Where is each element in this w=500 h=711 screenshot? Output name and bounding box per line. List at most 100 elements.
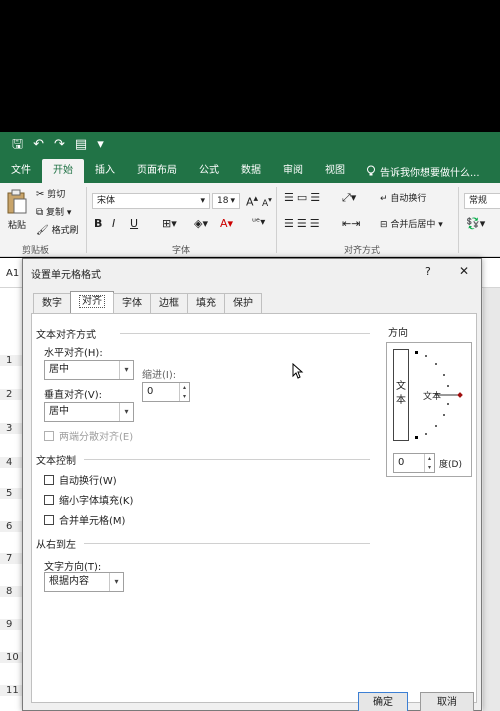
wrap-text-icon: ↵ [380,194,388,204]
row-header[interactable]: 10 [0,652,22,663]
row-header[interactable]: 7 [0,553,22,564]
brush-icon: 🖌 [36,225,49,236]
paste-label: 粘贴 [7,221,26,231]
row-header[interactable]: 5 [0,488,22,499]
ok-button[interactable]: 确定 [358,692,408,711]
bold-button[interactable]: B [94,217,102,230]
number-format-select[interactable]: 常规 [464,193,500,209]
distributed-label: 两端分散对齐(E) [59,432,134,443]
tab-home[interactable]: 开始 [42,159,84,183]
indent-icons[interactable]: ⇤⇥ [342,217,360,230]
tab-review[interactable]: 审阅 [272,159,314,183]
tab-font[interactable]: 字体 [113,293,151,313]
row-header[interactable]: 2 [0,389,22,400]
chevron-down-icon: ▾ [119,403,133,421]
horizontal-align-icons[interactable]: ☰☰☰ [284,217,323,230]
tab-file[interactable]: 文件 [0,159,42,183]
font-group-label: 字体 [172,246,191,256]
font-color-icon[interactable]: A▾ [220,217,233,230]
name-box[interactable]: A1 [6,268,19,279]
row-header[interactable]: 8 [0,586,22,597]
merge-cells-checkbox[interactable]: 合并单元格(M) [44,512,125,527]
row-header[interactable]: 9 [0,619,22,630]
spinner-arrows-icon[interactable]: ▴ ▾ [424,454,434,472]
tab-view[interactable]: 视图 [314,159,356,183]
close-icon[interactable]: ✕ [459,264,469,278]
grow-font-icon: A [246,195,254,209]
wrap-text-button[interactable]: ↵ 自动换行 [380,191,426,204]
tab-insert[interactable]: 插入 [84,159,126,183]
group-divider [276,187,277,253]
chevron-down-icon: ▾ [109,573,123,591]
fill-color-icon[interactable]: ◈▾ [194,217,208,230]
currency-icon[interactable]: 💱▾ [466,217,485,230]
row-header[interactable]: 1 [0,355,22,366]
row-header[interactable]: 4 [0,457,22,468]
font-name-select[interactable]: 宋体 ▾ [92,193,210,209]
tab-border[interactable]: 边框 [150,293,188,313]
row-header[interactable]: 11 [0,685,22,696]
ribbon-home: 粘贴 ✂ 剪切 ⧉ 复制 ▾ 🖌 格式刷 剪贴板 宋体 ▾ 18 ▾ A▴ A▾ B… [0,183,500,257]
tab-protection[interactable]: 保护 [224,293,262,313]
row-header[interactable]: 6 [0,521,22,532]
indent-spinner[interactable]: 0 ▴ ▾ [142,382,190,402]
format-cells-dialog: 设置单元格格式 ? ✕ 数字 对齐 字体 边框 填充 保护 文本对齐方式 水平对… [22,258,482,711]
row-header[interactable]: 3 [0,423,22,434]
tab-fill[interactable]: 填充 [187,293,225,313]
checkbox-box [44,474,54,485]
form-icon[interactable]: ▤ [75,137,87,153]
shrink-to-fit-checkbox[interactable]: 缩小字体填充(K) [44,492,133,507]
customize-qat-icon[interactable]: ▾ [97,137,104,153]
undo-icon[interactable]: ↶ [33,137,44,153]
format-painter-label: 格式刷 [51,226,79,236]
save-icon[interactable]: 🖫 [12,137,23,153]
cut-button[interactable]: ✂ 剪切 [36,187,65,202]
merge-center-button[interactable]: ⊟ 合并后居中 ▾ [380,217,443,230]
font-size-select[interactable]: 18 ▾ [212,193,240,209]
tell-me-box[interactable]: 告诉我你想要做什么... [356,164,480,179]
vertical-text: 文 本 [396,381,406,406]
vertical-label: 垂直对齐(V): [44,390,103,401]
shrink-font-button[interactable]: A▾ [262,195,272,209]
copy-button[interactable]: ⧉ 复制 ▾ [36,205,71,220]
vertical-align-icons[interactable]: ☰▭☰ [284,191,323,204]
tab-number[interactable]: 数字 [33,293,71,313]
paste-button[interactable]: 粘贴 [6,189,28,231]
degree-spinner[interactable]: 0 ▴ ▾ [393,453,435,473]
underline-button[interactable]: U [130,217,138,230]
cut-label: 剪切 [47,190,66,200]
tell-me-text: 告诉我你想要做什么... [380,167,480,179]
dialog-title: 设置单元格格式 [31,270,101,281]
vertical-text-button[interactable]: 文 本 [393,349,409,441]
section-divider [84,543,370,544]
tab-data[interactable]: 数据 [230,159,272,183]
horizontal-select[interactable]: 居中 ▾ [44,360,134,380]
tab-alignment[interactable]: 对齐 [70,291,114,313]
cancel-button[interactable]: 取消 [420,692,474,711]
text-direction-label: 文字方向(T): [44,562,102,573]
borders-icon[interactable]: ⊞▾ [162,217,177,230]
lightbulb-icon [367,165,375,176]
italic-button[interactable]: I [112,217,115,230]
shrink-to-fit-label: 缩小字体填充(K) [59,496,134,507]
orientation-icon[interactable]: ⤢▾ [342,191,356,205]
text-direction-select[interactable]: 根据内容 ▾ [44,572,124,592]
tab-page-layout[interactable]: 页面布局 [126,159,188,183]
tab-formulas[interactable]: 公式 [188,159,230,183]
mouse-pointer-icon [292,363,304,379]
format-painter-button[interactable]: 🖌 格式刷 [36,223,79,238]
grow-font-button[interactable]: A▴ [246,193,258,209]
degree-label: 度(D) [439,460,462,470]
distributed-checkbox[interactable]: 两端分散对齐(E) [44,428,133,443]
phonetic-icon[interactable]: ᵘᵉ▾ [252,217,265,228]
text-alignment-heading: 文本对齐方式 [36,330,96,341]
wrap-text-checkbox[interactable]: 自动换行(W) [44,472,117,487]
spinner-arrows-icon[interactable]: ▴ ▾ [179,383,189,401]
section-divider [84,459,370,460]
help-button[interactable]: ? [425,265,431,278]
redo-icon[interactable]: ↷ [54,137,65,153]
vertical-select[interactable]: 居中 ▾ [44,402,134,422]
text-control-heading: 文本控制 [36,456,76,467]
orientation-heading: 方向 [388,328,408,339]
section-divider [120,333,370,334]
